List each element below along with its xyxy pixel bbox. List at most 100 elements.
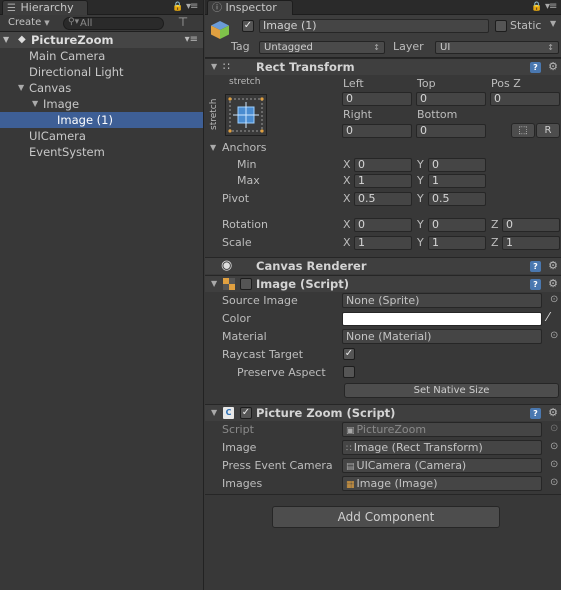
material-field[interactable]: None (Material) xyxy=(342,329,542,344)
inspector-tab[interactable]: ⓘ Inspector xyxy=(207,0,293,15)
hierarchy-item-label: EventSystem xyxy=(29,145,105,159)
hierarchy-item[interactable]: ▼ Image xyxy=(0,96,203,112)
pivot-y-field[interactable]: 0.5 xyxy=(428,192,486,206)
min-label: Min xyxy=(237,158,257,171)
anchor-min-x-field[interactable]: 0 xyxy=(354,158,412,172)
top-field[interactable]: 0 xyxy=(416,92,486,106)
fold-arrow-icon[interactable]: ▼ xyxy=(32,96,38,112)
axis-x-label: X xyxy=(343,218,351,231)
anchors-fold-icon[interactable]: ▼ xyxy=(210,143,216,152)
rect-transform-header[interactable]: ▼ ∷ Rect Transform ? ⚙ xyxy=(205,58,561,75)
eye-icon: ◉ xyxy=(221,258,233,273)
gear-icon[interactable]: ⚙ xyxy=(548,405,558,421)
object-picker-icon: ⊙ xyxy=(550,423,559,434)
images-label: Images xyxy=(222,477,263,490)
hierarchy-item[interactable]: Directional Light xyxy=(0,64,203,80)
images-field[interactable]: ▦ Image (Image) xyxy=(342,476,542,491)
raycast-target-checkbox[interactable] xyxy=(343,348,355,360)
lock-icon[interactable]: 🔒 xyxy=(172,2,183,12)
gear-icon[interactable]: ⚙ xyxy=(548,276,558,292)
source-image-field[interactable]: None (Sprite) xyxy=(342,293,542,308)
help-icon[interactable]: ? xyxy=(530,62,541,73)
image-enabled-checkbox[interactable] xyxy=(240,278,252,290)
source-image-label: Source Image xyxy=(222,294,298,307)
raw-edit-button[interactable]: R xyxy=(536,123,560,138)
object-picker-icon[interactable]: ⊙ xyxy=(550,477,558,488)
hierarchy-item[interactable]: Main Camera xyxy=(0,48,203,64)
object-picker-icon[interactable]: ⊙ xyxy=(550,441,558,452)
gear-icon[interactable]: ⚙ xyxy=(548,59,558,75)
panel-menu-icon[interactable]: ▾≡ xyxy=(545,1,557,12)
anchor-min-y-field[interactable]: 0 xyxy=(428,158,486,172)
left-field[interactable]: 0 xyxy=(342,92,412,106)
create-button[interactable]: Create ▼ xyxy=(4,16,54,30)
layer-label: Layer xyxy=(393,40,424,53)
hierarchy-panel: ☰ Hierarchy 🔒 ▾≡ Create ▼ ⚲▾ All ⊤ ▼ ◆ Pi… xyxy=(0,0,204,590)
picture-zoom-header[interactable]: ▼ C Picture Zoom (Script) ? ⚙ xyxy=(205,404,561,421)
anchor-max-y-field[interactable]: 1 xyxy=(428,174,486,188)
image-script-header[interactable]: ▼ Image (Script) ? ⚙ xyxy=(205,275,561,292)
fold-arrow-icon[interactable]: ▼ xyxy=(211,276,217,292)
eyedropper-icon[interactable]: ⁄ xyxy=(547,310,549,324)
help-icon[interactable]: ? xyxy=(530,408,541,419)
fold-arrow-icon[interactable]: ▼ xyxy=(18,80,24,96)
static-checkbox[interactable] xyxy=(495,20,507,32)
set-native-size-button[interactable]: Set Native Size xyxy=(344,383,559,398)
tag-dropdown[interactable]: Untagged ↕ xyxy=(259,41,385,54)
hierarchy-item[interactable]: ▼ Canvas xyxy=(0,80,203,96)
axis-y-label: Y xyxy=(417,158,424,171)
fold-arrow-icon[interactable]: ▼ xyxy=(211,405,217,421)
object-picker-icon[interactable]: ⊙ xyxy=(550,459,558,470)
script-label: Script xyxy=(222,423,254,436)
scale-y-field[interactable]: 1 xyxy=(428,236,486,250)
image-reference-field[interactable]: ∷ Image (Rect Transform) xyxy=(342,440,542,455)
image-label: Image xyxy=(222,441,257,454)
object-name-field[interactable]: Image (1) xyxy=(259,19,489,33)
rotation-y-field[interactable]: 0 xyxy=(428,218,486,232)
fold-arrow-icon[interactable]: ▼ xyxy=(211,59,217,75)
hierarchy-tab[interactable]: ☰ Hierarchy xyxy=(2,0,88,15)
rotation-x-field[interactable]: 0 xyxy=(354,218,412,232)
hierarchy-item[interactable]: UICamera xyxy=(0,128,203,144)
add-component-button[interactable]: Add Component xyxy=(272,506,500,528)
blueprint-mode-button[interactable]: ⬚ xyxy=(511,123,535,138)
rect-transform-component: ▼ ∷ Rect Transform ? ⚙ stretch stretch L… xyxy=(205,58,561,258)
static-dropdown-icon[interactable]: ▼ xyxy=(550,19,556,28)
dropdown-arrow-icon: ↕ xyxy=(373,43,380,52)
anchor-max-x-field[interactable]: 1 xyxy=(354,174,412,188)
preserve-aspect-checkbox[interactable] xyxy=(343,366,355,378)
object-picker-icon[interactable]: ⊙ xyxy=(550,330,558,341)
pivot-x-field[interactable]: 0.5 xyxy=(354,192,412,206)
scale-x-field[interactable]: 1 xyxy=(354,236,412,250)
lock-icon[interactable]: 🔒 xyxy=(531,2,542,12)
layer-dropdown[interactable]: UI ↕ xyxy=(435,41,559,54)
anchor-presets-icon[interactable] xyxy=(225,94,267,136)
fold-arrow-icon[interactable]: ▼ xyxy=(3,32,9,48)
gear-icon[interactable]: ⚙ xyxy=(548,258,558,274)
rotation-z-field[interactable]: 0 xyxy=(502,218,560,232)
panel-menu-icon[interactable]: ▾≡ xyxy=(186,1,198,12)
hierarchy-item[interactable]: EventSystem xyxy=(0,144,203,160)
picture-zoom-enabled-checkbox[interactable] xyxy=(240,407,252,419)
color-field[interactable] xyxy=(342,312,542,326)
scene-menu-icon[interactable]: ▾≡ xyxy=(185,32,198,48)
hierarchy-search-input[interactable]: ⚲▾ All xyxy=(63,17,164,30)
help-icon[interactable]: ? xyxy=(530,261,541,272)
hierarchy-item[interactable]: Image (1) xyxy=(0,112,203,128)
active-checkbox[interactable] xyxy=(242,20,254,32)
scene-header[interactable]: ▼ ◆ PictureZoom ▾≡ xyxy=(0,32,203,48)
image-script-title: Image (Script) xyxy=(256,277,350,291)
bottom-field[interactable]: 0 xyxy=(416,124,486,138)
rotation-label: Rotation xyxy=(222,218,269,231)
press-event-camera-field[interactable]: ▤ UICamera (Camera) xyxy=(342,458,542,473)
help-icon[interactable]: ? xyxy=(530,279,541,290)
axis-z-label: Z xyxy=(491,236,499,249)
axis-y-label: Y xyxy=(417,218,424,231)
blueprint-mode-icon: ⬚ xyxy=(518,125,528,136)
posz-field[interactable]: 0 xyxy=(490,92,560,106)
canvas-renderer-header[interactable]: ◉ Canvas Renderer ? ⚙ xyxy=(205,257,561,274)
object-picker-icon[interactable]: ⊙ xyxy=(550,294,558,305)
scene-filter-icon[interactable]: ⊤ xyxy=(172,16,194,30)
scale-z-field[interactable]: 1 xyxy=(502,236,560,250)
right-field[interactable]: 0 xyxy=(342,124,412,138)
